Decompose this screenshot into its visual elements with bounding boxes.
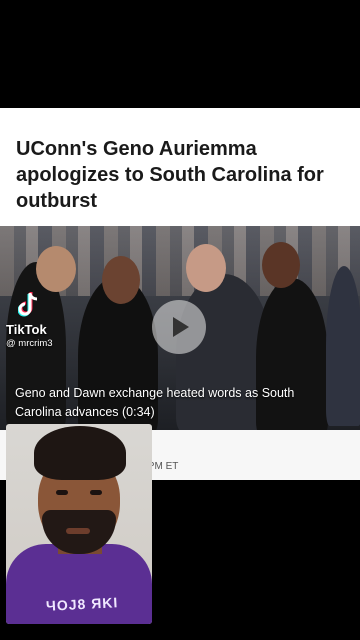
left-eye <box>56 490 68 495</box>
creator-mouth <box>66 528 90 534</box>
creator-hair <box>34 426 126 480</box>
creator-handle[interactable]: @ mrcrim3 <box>6 338 53 349</box>
play-button[interactable] <box>152 300 206 354</box>
tiktok-brand-label: TikTok <box>6 322 47 337</box>
person-figure <box>102 256 140 304</box>
right-eye <box>90 490 102 495</box>
person-figure <box>262 242 300 288</box>
person-figure <box>186 244 226 292</box>
tiktok-logo-icon <box>18 292 38 317</box>
person-figure <box>326 266 360 426</box>
person-figure <box>36 246 76 292</box>
creator-webcam-overlay: ЧOJ8 ЯKI <box>6 424 152 624</box>
play-icon <box>173 317 189 337</box>
article-headline: UConn's Geno Auriemma apologizes to Sout… <box>16 138 324 212</box>
video-caption: Geno and Dawn exchange heated words as S… <box>15 386 295 419</box>
